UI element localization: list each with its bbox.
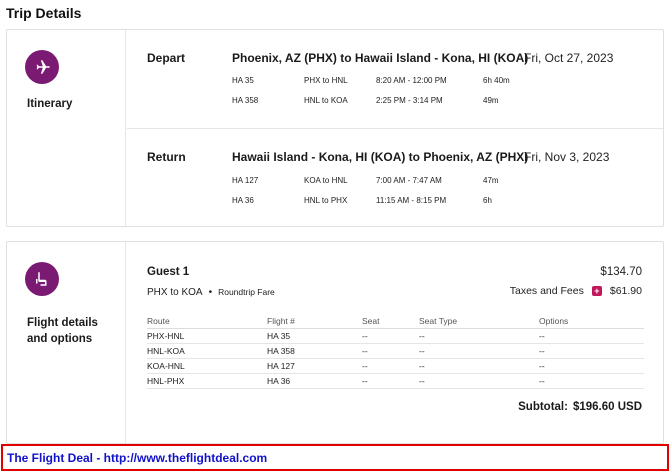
column-header: Options	[539, 314, 644, 329]
segment-route: HNL to KOA	[304, 96, 348, 105]
table-cell: HA 127	[267, 358, 362, 374]
table-cell: HNL-KOA	[147, 343, 267, 359]
segment-time: 8:20 AM - 12:00 PM	[376, 76, 447, 85]
table-row: HNL-KOA HA 358 -- -- --	[147, 343, 644, 359]
flight-segment: HA 35 PHX to HNL 8:20 AM - 12:00 PM 6h 4…	[232, 76, 562, 88]
table-header-row: Route Flight # Seat Seat Type Options	[147, 314, 644, 329]
guest-name: Guest 1	[147, 266, 190, 278]
flight-details-main: Guest 1 $134.70 PHX to KOA • Roundtrip Far…	[127, 242, 663, 443]
column-header: Flight #	[267, 314, 362, 329]
segment-flight: HA 358	[232, 96, 259, 105]
taxes-amount: $61.90	[609, 285, 642, 297]
segment-duration: 6h	[483, 196, 492, 205]
table-row: PHX-HNL HA 35 -- -- --	[147, 328, 644, 344]
guest-total: $134.70	[600, 266, 642, 278]
segment-duration: 47m	[483, 176, 499, 185]
leg-type: Return	[147, 150, 186, 164]
taxes-label: Taxes and Fees	[509, 285, 584, 297]
table-cell: --	[539, 328, 644, 344]
separator-dot: •	[208, 287, 213, 298]
taxes-and-fees: Taxes and Fees + $61.90	[510, 285, 642, 297]
segment-flight: HA 36	[232, 196, 254, 205]
itinerary-label: Itinerary	[27, 98, 73, 110]
guest-route: PHX to KOA • Roundtrip Fare	[147, 287, 275, 298]
leg-route: Phoenix, AZ (PHX) to Hawaii Island - Kon…	[232, 51, 529, 65]
subtotal-amount: $196.60 USD	[572, 401, 642, 413]
segment-route: HNL to PHX	[304, 196, 348, 205]
airline-seat-icon	[25, 262, 59, 296]
table-cell: HA 35	[267, 328, 362, 344]
table-cell: --	[539, 358, 644, 374]
column-header: Seat	[362, 314, 419, 329]
flight-segment: HA 36 HNL to PHX 11:15 AM - 8:15 PM 6h	[232, 196, 562, 208]
airplane-icon	[25, 50, 59, 84]
flight-details-label: Flight details and options	[27, 317, 98, 345]
itinerary-card: Itinerary Depart Phoenix, AZ (PHX) to Ha…	[6, 29, 664, 227]
column-header: Route	[147, 314, 267, 329]
banner-link[interactable]: The Flight Deal - http://www.theflightde…	[7, 451, 267, 465]
segment-duration: 49m	[483, 96, 499, 105]
leg-date: Fri, Nov 3, 2023	[524, 150, 610, 164]
flight-segment: HA 127 KOA to HNL 7:00 AM - 7:47 AM 47m	[232, 176, 562, 188]
table-cell: HA 36	[267, 373, 362, 389]
table-cell: --	[539, 343, 644, 359]
flight-deal-banner: The Flight Deal - http://www.theflightde…	[1, 444, 669, 471]
table-cell: --	[419, 358, 539, 374]
table-cell: PHX-HNL	[147, 328, 267, 344]
flight-segment: HA 358 HNL to KOA 2:25 PM - 3:14 PM 49m	[232, 96, 562, 108]
flight-options-table: Route Flight # Seat Seat Type Options PH…	[147, 314, 644, 389]
flight-details-sidebar: Flight details and options	[7, 242, 126, 443]
table-cell: --	[419, 328, 539, 344]
table-cell: --	[362, 343, 419, 359]
fare-type: Roundtrip Fare	[218, 287, 275, 297]
segment-flight: HA 35	[232, 76, 254, 85]
segment-flight: HA 127	[232, 176, 259, 185]
guest-route-text: PHX to KOA	[147, 287, 203, 298]
return-leg: Return Hawaii Island - Kona, HI (KOA) to…	[127, 128, 663, 228]
table-cell: --	[362, 373, 419, 389]
depart-leg: Depart Phoenix, AZ (PHX) to Hawaii Islan…	[127, 30, 663, 128]
table-cell: KOA-HNL	[147, 358, 267, 374]
subtotal: Subtotal: $196.60 USD	[518, 401, 642, 413]
table-cell: --	[362, 358, 419, 374]
segment-time: 2:25 PM - 3:14 PM	[376, 96, 443, 105]
column-header: Seat Type	[419, 314, 539, 329]
segment-duration: 6h 40m	[483, 76, 510, 85]
table-row: HNL-PHX HA 36 -- -- --	[147, 373, 644, 389]
table-row: KOA-HNL HA 127 -- -- --	[147, 358, 644, 374]
table-cell: --	[419, 343, 539, 359]
table-cell: HA 358	[267, 343, 362, 359]
table-cell: --	[539, 373, 644, 389]
segment-time: 11:15 AM - 8:15 PM	[376, 196, 447, 205]
segment-route: PHX to HNL	[304, 76, 348, 85]
table-cell: --	[419, 373, 539, 389]
segment-time: 7:00 AM - 7:47 AM	[376, 176, 442, 185]
leg-type: Depart	[147, 51, 186, 65]
leg-route: Hawaii Island - Kona, HI (KOA) to Phoeni…	[232, 150, 529, 164]
flight-details-card: Flight details and options Guest 1 $134.…	[6, 241, 664, 444]
table-cell: HNL-PHX	[147, 373, 267, 389]
itinerary-sidebar: Itinerary	[7, 30, 126, 226]
page-title: Trip Details	[6, 5, 82, 21]
subtotal-label: Subtotal:	[518, 401, 568, 413]
leg-date: Fri, Oct 27, 2023	[524, 51, 614, 65]
plus-icon[interactable]: +	[591, 286, 602, 296]
table-cell: --	[362, 328, 419, 344]
segment-route: KOA to HNL	[304, 176, 348, 185]
